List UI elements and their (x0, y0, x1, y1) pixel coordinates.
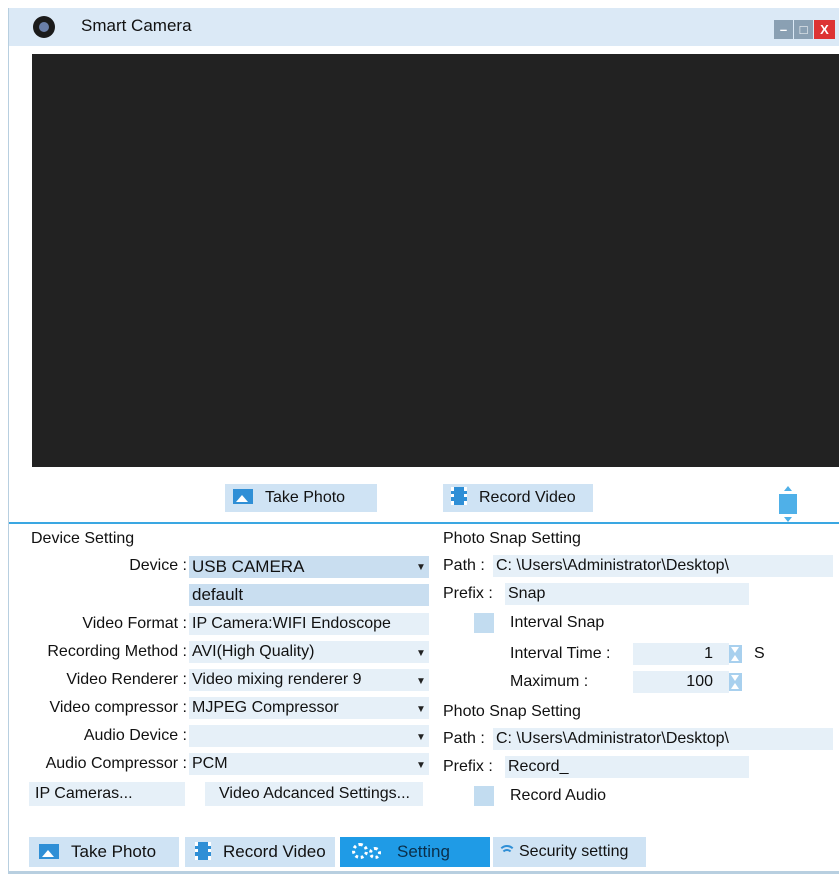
interval-time-label: Interval Time : (510, 645, 611, 662)
device-label: Device : (129, 557, 187, 574)
film-icon (195, 842, 211, 860)
photo-path-field[interactable]: C: \Users\Administrator\Desktop\ (493, 555, 833, 577)
chevron-down-icon: ▼ (416, 676, 426, 687)
audio-compressor-select[interactable]: PCM (189, 753, 429, 775)
window-title: Smart Camera (81, 16, 192, 35)
record-path-label: Path : (443, 730, 485, 747)
record-snap-heading: Photo Snap Setting (443, 703, 581, 720)
interval-time-unit: S (754, 645, 765, 662)
tab-record-video[interactable]: Record Video (185, 837, 335, 867)
ip-cameras-button[interactable]: IP Cameras... (29, 782, 185, 806)
interval-snap-checkbox[interactable] (474, 613, 494, 633)
chevron-down-icon: ▼ (416, 704, 426, 715)
close-button[interactable]: X (814, 20, 835, 39)
record-audio-label: Record Audio (510, 787, 607, 804)
audio-device-select[interactable] (189, 725, 429, 747)
photo-icon (233, 489, 253, 504)
maximum-field[interactable]: 100 (633, 671, 729, 693)
audio-device-label: Audio Device : (83, 727, 187, 744)
photo-path-label: Path : (443, 557, 485, 574)
record-prefix-label: Prefix : (443, 758, 493, 775)
video-format-label: Video Format : (82, 615, 187, 632)
maximize-button[interactable]: □ (794, 20, 813, 39)
device-mode-value: default (192, 585, 244, 604)
recording-method-label: Recording Method : (47, 643, 187, 660)
photo-prefix-field[interactable]: Snap (505, 583, 749, 605)
take-photo-button[interactable]: Take Photo (225, 484, 377, 512)
chevron-down-icon: ▼ (416, 732, 426, 743)
chevron-down-icon: ▼ (416, 648, 426, 659)
video-renderer-label: Video Renderer : (66, 671, 187, 688)
device-select[interactable]: USB CAMERA (189, 556, 429, 578)
tab-take-photo[interactable]: Take Photo (29, 837, 179, 867)
minimize-button[interactable]: – (774, 20, 793, 39)
device-value: USB CAMERA (192, 557, 305, 576)
tab-setting[interactable]: Setting (340, 837, 490, 867)
app-window: Smart Camera – □ X Take Photo Record Vid… (8, 8, 839, 874)
collapse-panel-icon[interactable] (779, 486, 797, 522)
video-compressor-label: Video compressor : (49, 699, 187, 716)
photo-prefix-label: Prefix : (443, 585, 493, 602)
record-video-label: Record Video (479, 489, 576, 506)
camera-preview (32, 54, 839, 467)
record-prefix-field[interactable]: Record_ (505, 756, 749, 778)
video-advanced-settings-button[interactable]: Video Adcanced Settings... (205, 782, 423, 806)
tab-take-photo-label: Take Photo (71, 842, 157, 861)
photo-icon (39, 844, 59, 859)
camera-app-icon (33, 16, 55, 38)
interval-snap-label: Interval Snap (510, 614, 605, 631)
take-photo-label: Take Photo (265, 489, 346, 506)
tab-setting-label: Setting (397, 842, 450, 861)
interval-time-field[interactable]: 1 (633, 643, 729, 665)
photo-snap-heading: Photo Snap Setting (443, 530, 581, 547)
audio-compressor-label: Audio Compressor : (45, 755, 187, 772)
video-compressor-select[interactable]: MJPEG Compressor (189, 697, 429, 719)
arrow-up-icon (784, 486, 792, 491)
title-bar: Smart Camera – □ X (9, 8, 839, 46)
tab-security-label: Security setting (519, 843, 629, 860)
video-renderer-select[interactable]: Video mixing renderer 9 (189, 669, 429, 691)
tab-record-video-label: Record Video (223, 842, 326, 861)
film-icon (451, 487, 467, 505)
record-audio-checkbox[interactable] (474, 786, 494, 806)
panel-divider (9, 522, 839, 524)
video-format-field[interactable]: IP Camera:WIFI Endoscope (189, 613, 429, 635)
gear-small-icon (369, 847, 381, 859)
device-setting-heading: Device Setting (31, 530, 135, 547)
chevron-down-icon: ▼ (416, 760, 426, 771)
wifi-icon (499, 844, 515, 858)
tab-security-setting[interactable]: Security setting (493, 837, 646, 867)
gear-icon (352, 843, 368, 859)
device-mode-field[interactable]: default (189, 584, 429, 606)
interval-time-spinner-icon[interactable] (729, 645, 742, 663)
panel-bar (779, 494, 797, 514)
recording-method-select[interactable]: AVI(High Quality) (189, 641, 429, 663)
record-path-field[interactable]: C: \Users\Administrator\Desktop\ (493, 728, 833, 750)
maximum-spinner-icon[interactable] (729, 673, 742, 691)
maximum-label: Maximum : (510, 673, 589, 690)
chevron-down-icon: ▼ (416, 562, 426, 573)
record-video-button[interactable]: Record Video (443, 484, 593, 512)
